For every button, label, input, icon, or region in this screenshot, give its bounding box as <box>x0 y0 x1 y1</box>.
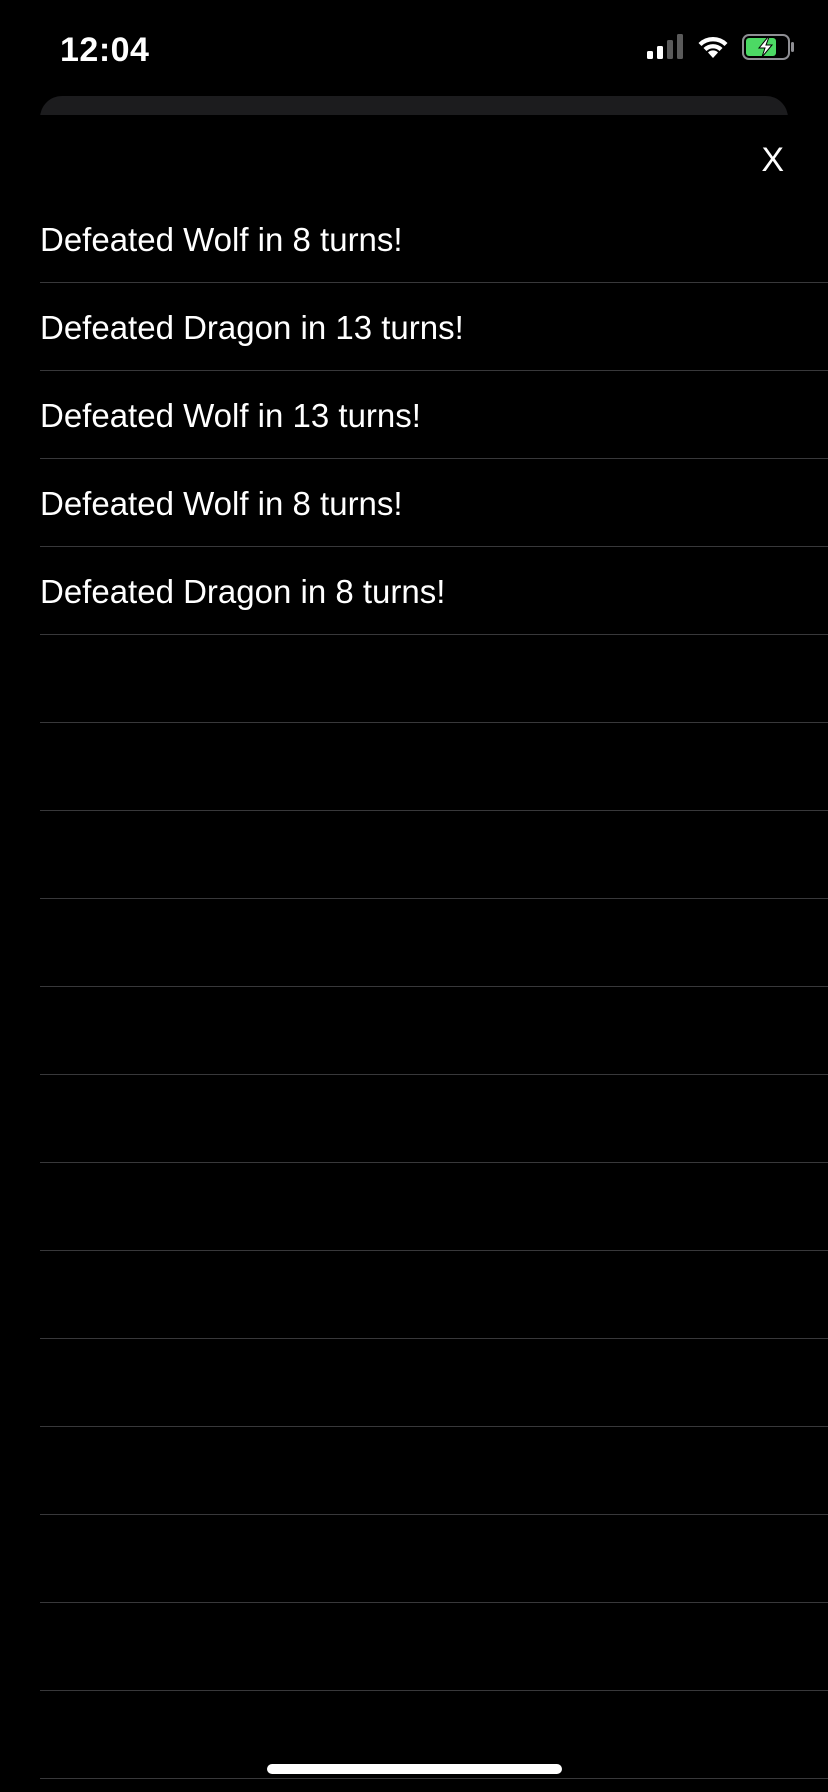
list-item[interactable] <box>40 1515 828 1603</box>
list-item[interactable] <box>40 1339 828 1427</box>
list-item-label: Defeated Wolf in 13 turns! <box>40 396 421 434</box>
list-item[interactable] <box>40 723 828 811</box>
list-item[interactable] <box>40 1251 828 1339</box>
status-icons <box>646 33 796 65</box>
list-item[interactable] <box>40 1163 828 1251</box>
list-item[interactable]: Defeated Wolf in 8 turns! <box>40 195 828 283</box>
list-item[interactable] <box>40 1603 828 1691</box>
wifi-icon <box>696 34 730 65</box>
list-item-label: Defeated Dragon in 13 turns! <box>40 308 464 346</box>
home-indicator[interactable] <box>267 1764 562 1774</box>
list-item-label: Defeated Wolf in 8 turns! <box>40 484 403 522</box>
list-item-label: Defeated Wolf in 8 turns! <box>40 220 403 258</box>
list-item[interactable] <box>40 811 828 899</box>
list-item[interactable] <box>40 987 828 1075</box>
list-item[interactable]: Defeated Dragon in 13 turns! <box>40 283 828 371</box>
list-item[interactable] <box>40 1075 828 1163</box>
close-button[interactable]: X <box>757 140 788 180</box>
list-item[interactable]: Defeated Dragon in 8 turns! <box>40 547 828 635</box>
battle-log-list: Defeated Wolf in 8 turns! Defeated Dragon… <box>40 195 828 1779</box>
cellular-signal-icon <box>646 33 684 65</box>
list-item[interactable]: Defeated Wolf in 8 turns! <box>40 459 828 547</box>
status-bar: 12:04 <box>0 0 828 100</box>
list-item[interactable] <box>40 1427 828 1515</box>
list-item-label: Defeated Dragon in 8 turns! <box>40 572 446 610</box>
battery-charging-icon <box>742 33 796 65</box>
list-item[interactable]: Defeated Wolf in 13 turns! <box>40 371 828 459</box>
list-item[interactable] <box>40 635 828 723</box>
status-time: 12:04 <box>60 31 150 69</box>
list-item[interactable] <box>40 899 828 987</box>
